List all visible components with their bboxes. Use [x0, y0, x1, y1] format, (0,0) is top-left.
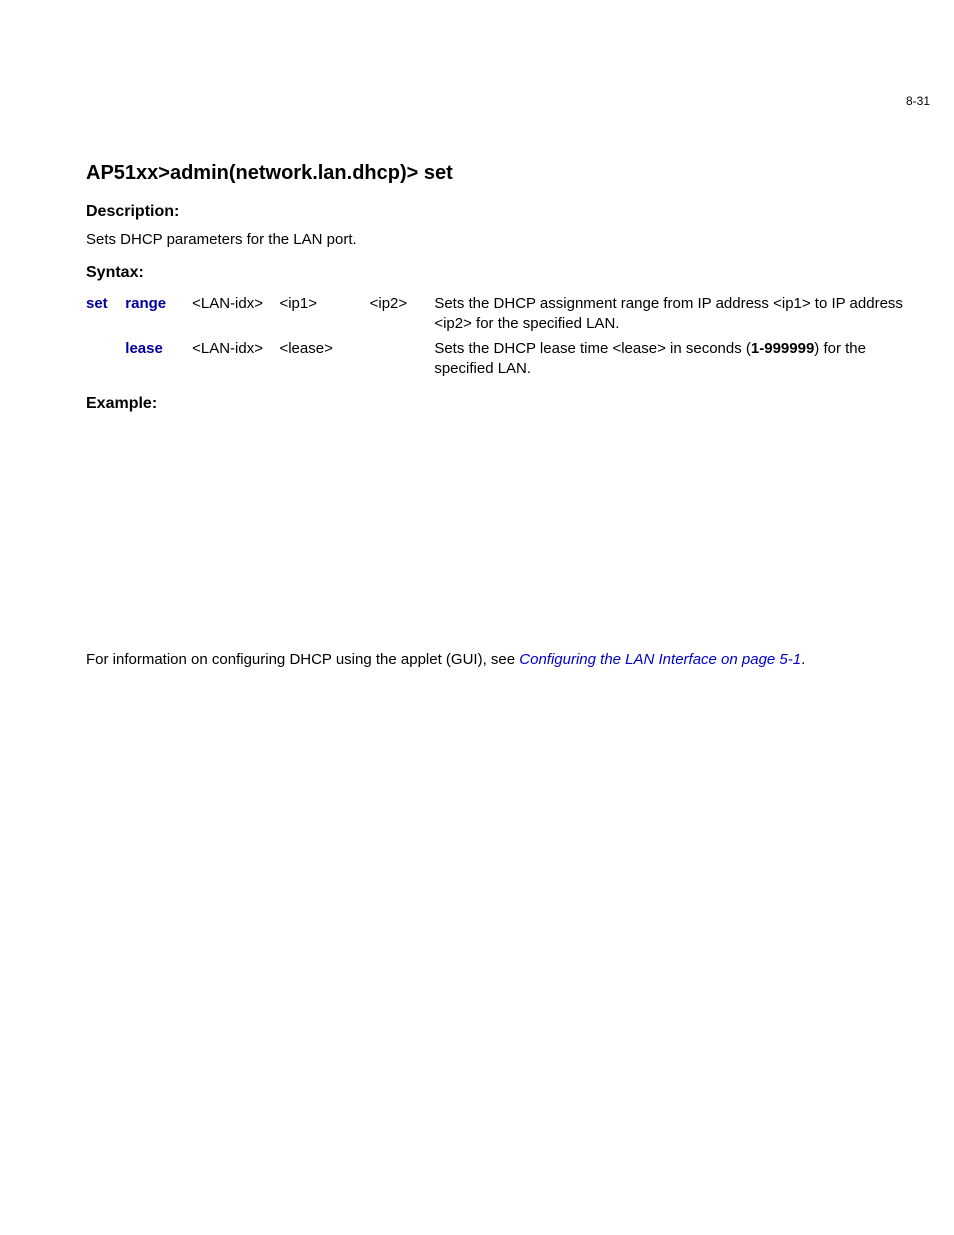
syntax-table: set range <LAN-idx> <ip1> <ip2> Sets the… — [86, 292, 924, 381]
syntax-arg — [370, 337, 435, 382]
syntax-sub: lease — [125, 337, 192, 382]
syntax-desc-bold: 1-999999 — [751, 340, 814, 357]
footer-text-after: . — [801, 651, 805, 668]
cross-reference-link[interactable]: Configuring the LAN Interface on page 5-… — [519, 651, 801, 668]
syntax-arg: <ip1> — [279, 292, 369, 337]
syntax-desc-text: Sets the DHCP assignment range from IP a… — [434, 295, 903, 332]
description-text: Sets DHCP parameters for the LAN port. — [86, 231, 924, 248]
syntax-row: lease <LAN-idx> <lease> Sets the DHCP le… — [86, 337, 924, 382]
footer-paragraph: For information on configuring DHCP usin… — [86, 651, 924, 668]
syntax-arg: <LAN-idx> — [192, 292, 279, 337]
syntax-desc: Sets the DHCP assignment range from IP a… — [434, 292, 924, 337]
heading-example: Example: — [86, 395, 924, 413]
syntax-desc: Sets the DHCP lease time <lease> in seco… — [434, 337, 924, 382]
footer-text-before: For information on configuring DHCP usin… — [86, 651, 519, 668]
syntax-arg: <LAN-idx> — [192, 337, 279, 382]
syntax-arg: <ip2> — [370, 292, 435, 337]
syntax-sub: range — [125, 292, 192, 337]
syntax-desc-text: Sets the DHCP lease time <lease> in seco… — [434, 340, 751, 357]
syntax-cmd: set — [86, 292, 125, 337]
page-title: AP51xx>admin(network.lan.dhcp)> set — [86, 162, 924, 185]
heading-description: Description: — [86, 203, 924, 221]
syntax-cmd-empty — [86, 337, 125, 382]
heading-syntax: Syntax: — [86, 264, 924, 282]
syntax-arg: <lease> — [279, 337, 369, 382]
syntax-row: set range <LAN-idx> <ip1> <ip2> Sets the… — [86, 292, 924, 337]
page-number: 8-31 — [906, 94, 930, 108]
